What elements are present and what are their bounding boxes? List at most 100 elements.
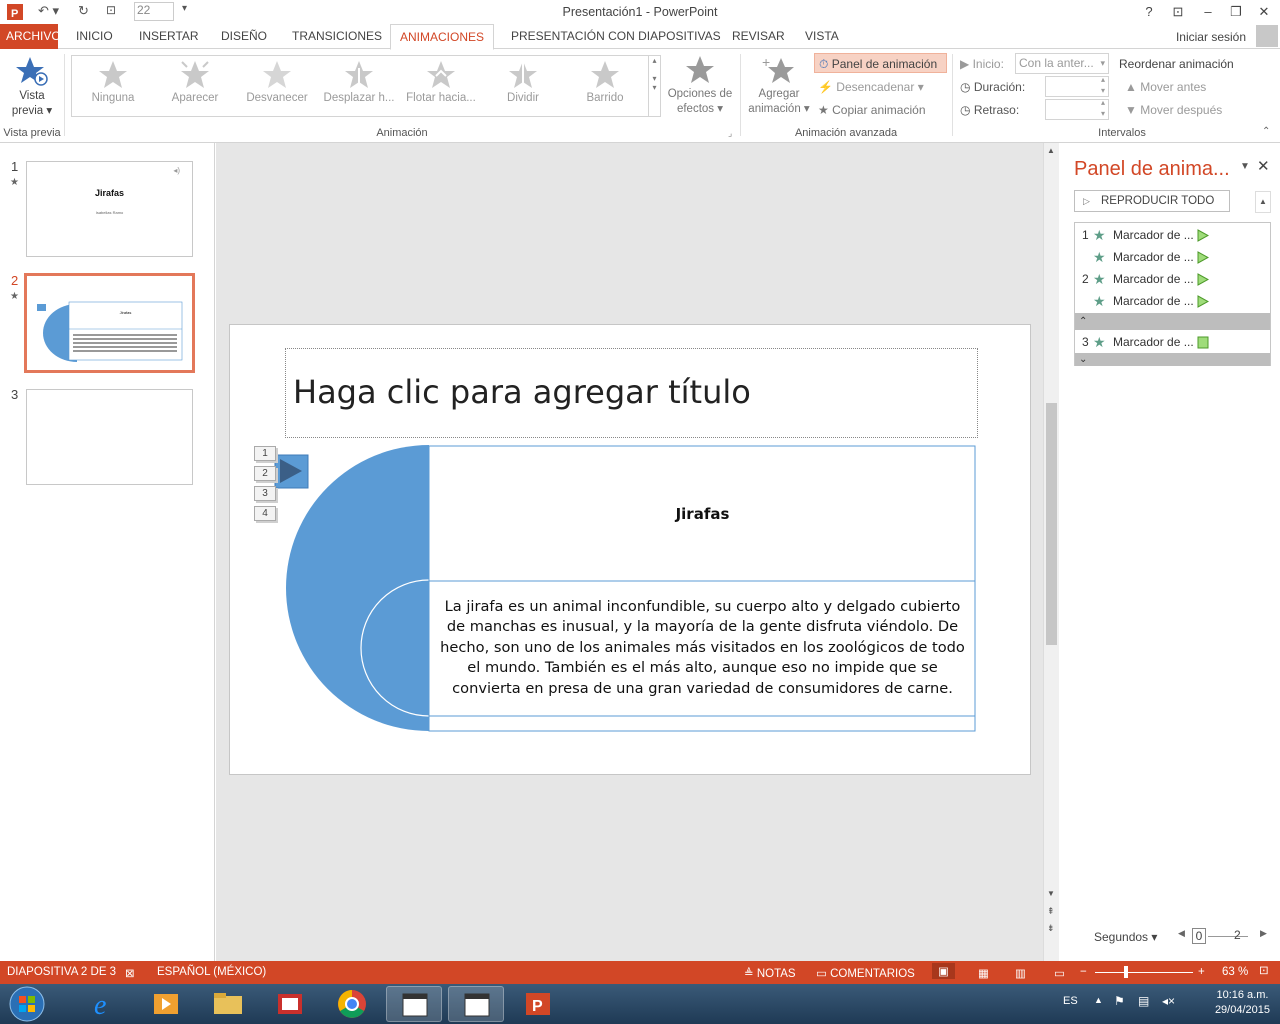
play-all-button[interactable]: ▷ REPRODUCIR TODO xyxy=(1074,190,1230,212)
preview-button[interactable]: Vista previa ▾ xyxy=(8,55,56,119)
slide-thumbnail-3[interactable] xyxy=(26,389,193,485)
trigger-button[interactable]: ⚡ Desencadenar ▾ xyxy=(818,77,924,97)
slide-thumbnail-2[interactable]: Jirafas xyxy=(24,273,195,373)
entrance-star-icon: ★ xyxy=(1093,334,1106,350)
content-heading[interactable]: Jirafas xyxy=(430,505,975,523)
gallery-item-desplazar[interactable]: Desplazar h... xyxy=(318,60,400,104)
title-placeholder[interactable]: Haga clic para agregar título xyxy=(285,348,978,438)
previous-slide-icon[interactable]: ⇞ xyxy=(1047,906,1055,916)
pane-close-icon[interactable]: ✕ xyxy=(1257,157,1270,175)
reorder-up-icon[interactable]: ▲ xyxy=(1255,191,1271,213)
effect-options-button[interactable]: Opciones de efectos ▾ xyxy=(664,55,736,117)
list-item[interactable]: 2 ★ Marcador de ... xyxy=(1075,268,1270,290)
action-center-icon[interactable]: ▤ xyxy=(1138,994,1149,1008)
list-item[interactable]: 1 ★ Marcador de ... xyxy=(1075,224,1270,246)
ribbon-display-icon[interactable]: ⊡ xyxy=(1166,2,1190,22)
thumb-2-graphic xyxy=(37,301,183,362)
powerpoint-taskbar-icon[interactable]: P xyxy=(510,986,566,1022)
tab-inicio[interactable]: INICIO xyxy=(70,24,119,49)
media-player-icon[interactable] xyxy=(138,986,194,1022)
dialog-launcher-icon[interactable]: ⌟ xyxy=(728,128,732,139)
zoom-level[interactable]: 63 % xyxy=(1222,966,1248,978)
vertical-scrollbar[interactable]: ▲ ▼ ⇞ ⇟ xyxy=(1043,143,1059,961)
animation-pane-button[interactable]: ⏱ Panel de animación xyxy=(814,53,947,73)
help-icon[interactable]: ? xyxy=(1137,2,1161,22)
collapse-ribbon-icon[interactable]: ⌃ xyxy=(1262,126,1270,137)
tab-animaciones[interactable]: ANIMACIONES xyxy=(390,24,494,50)
move-later-button[interactable]: ▼ Mover después xyxy=(1125,100,1222,120)
tab-vista[interactable]: VISTA xyxy=(799,24,845,49)
presentation-app-icon[interactable] xyxy=(262,986,318,1022)
gallery-item-desvanecer[interactable]: Desvanecer xyxy=(236,60,318,104)
tab-presentacion[interactable]: PRESENTACIÓN CON DIAPOSITIVAS xyxy=(505,24,727,49)
animation-order-tag[interactable]: 4 xyxy=(254,506,276,521)
app-window-icon[interactable] xyxy=(448,986,504,1022)
language-indicator[interactable]: ESPAÑOL (MÉXICO) xyxy=(157,966,266,978)
app-window-icon[interactable] xyxy=(386,986,442,1022)
gallery-scroll[interactable]: ▴ ▾ ▾ xyxy=(648,56,660,116)
normal-view-icon[interactable]: ▣ xyxy=(932,963,955,979)
windows-start-icon[interactable] xyxy=(8,986,46,1022)
tab-insertar[interactable]: INSERTAR xyxy=(133,24,205,49)
avatar[interactable] xyxy=(1256,25,1278,47)
list-item[interactable]: 3 ★ Marcador de ... xyxy=(1075,331,1270,353)
minimize-icon[interactable]: – xyxy=(1196,2,1220,22)
tab-revisar[interactable]: REVISAR xyxy=(726,24,791,49)
slide-thumbnail-1[interactable]: ◂) Jirafas Isabellas Ramo xyxy=(26,161,193,257)
animation-order-tag[interactable]: 1 xyxy=(254,446,276,461)
notes-button[interactable]: ≜ NOTAS xyxy=(744,966,796,980)
scroll-thumb[interactable] xyxy=(1046,403,1057,645)
timeline-ruler[interactable]: ◀ 0 2 ▶ xyxy=(1178,928,1268,946)
file-explorer-icon[interactable] xyxy=(200,986,256,1022)
tab-archivo[interactable]: ARCHIVO xyxy=(0,24,61,49)
animation-order-tag[interactable]: 3 xyxy=(254,486,276,501)
sign-in-link[interactable]: Iniciar sesión xyxy=(1176,30,1246,44)
animation-order-tag[interactable]: 2 xyxy=(254,466,276,481)
list-item[interactable]: ★ Marcador de ... xyxy=(1075,246,1270,268)
gallery-item-barrido[interactable]: Barrido xyxy=(564,60,646,104)
slide-sorter-icon[interactable]: ▦ xyxy=(978,966,989,980)
spelling-icon[interactable]: ⊠ xyxy=(125,966,135,980)
scroll-up-icon[interactable]: ▲ xyxy=(1047,146,1055,155)
next-slide-icon[interactable]: ⇟ xyxy=(1047,923,1055,933)
zoom-slider[interactable] xyxy=(1095,972,1193,973)
slideshow-icon[interactable]: ▭ xyxy=(1054,966,1065,980)
clock[interactable]: 10:16 a.m. 29/04/2015 xyxy=(1215,988,1270,1018)
gallery-item-ninguna[interactable]: Ninguna xyxy=(72,60,154,104)
add-animation-button[interactable]: + Agregar animación ▾ xyxy=(744,55,814,117)
start-select[interactable]: Con la anter... ▾ xyxy=(1015,53,1109,74)
zoom-slider-thumb[interactable] xyxy=(1124,966,1128,978)
gallery-item-flotar[interactable]: Flotar hacia... xyxy=(400,60,482,104)
list-item[interactable]: ★ Marcador de ... xyxy=(1075,290,1270,312)
window-title: Presentación1 - PowerPoint xyxy=(562,5,718,19)
animation-pane-title: Panel de anima... xyxy=(1074,158,1230,180)
restore-icon[interactable]: ❐ xyxy=(1224,2,1248,22)
move-earlier-button[interactable]: ▲ Mover antes xyxy=(1125,77,1206,97)
zoom-out-icon[interactable]: − xyxy=(1080,966,1087,978)
duration-input[interactable]: ▴ ▾ xyxy=(1045,75,1109,97)
language-tray[interactable]: ES xyxy=(1063,995,1078,1007)
chrome-icon[interactable] xyxy=(324,986,380,1022)
comments-button[interactable]: ▭ COMENTARIOS xyxy=(816,966,915,980)
delay-input[interactable]: ▴ ▾ xyxy=(1045,98,1109,120)
expand-group-bar[interactable]: ⌄ xyxy=(1075,353,1270,366)
seconds-dropdown[interactable]: Segundos ▾ xyxy=(1094,930,1157,944)
tab-transiciones[interactable]: TRANSICIONES xyxy=(286,24,388,49)
zoom-in-icon[interactable]: + xyxy=(1198,966,1205,978)
gallery-item-aparecer[interactable]: Aparecer xyxy=(154,60,236,104)
tab-diseno[interactable]: DISEÑO xyxy=(215,24,273,49)
volume-icon[interactable]: ◂× xyxy=(1162,994,1175,1008)
content-body[interactable]: La jirafa es un animal inconfundible, su… xyxy=(434,597,971,699)
preview-label-2: previa xyxy=(11,105,44,117)
close-icon[interactable]: ✕ xyxy=(1252,2,1276,22)
network-icon[interactable]: ⚑ xyxy=(1114,994,1125,1008)
pane-options-icon[interactable]: ▼ xyxy=(1240,161,1250,172)
gallery-item-dividir[interactable]: Dividir xyxy=(482,60,564,104)
internet-explorer-icon[interactable]: e xyxy=(76,986,132,1022)
tray-expand-icon[interactable]: ▲ xyxy=(1094,995,1103,1005)
collapse-group-bar[interactable]: ⌃ xyxy=(1075,313,1270,330)
fit-slide-icon[interactable]: ⊡ xyxy=(1259,963,1269,977)
copy-animation-button[interactable]: ★ Copiar animación xyxy=(818,100,926,120)
reading-view-icon[interactable]: ▥ xyxy=(1015,966,1026,980)
scroll-down-icon[interactable]: ▼ xyxy=(1047,889,1055,898)
